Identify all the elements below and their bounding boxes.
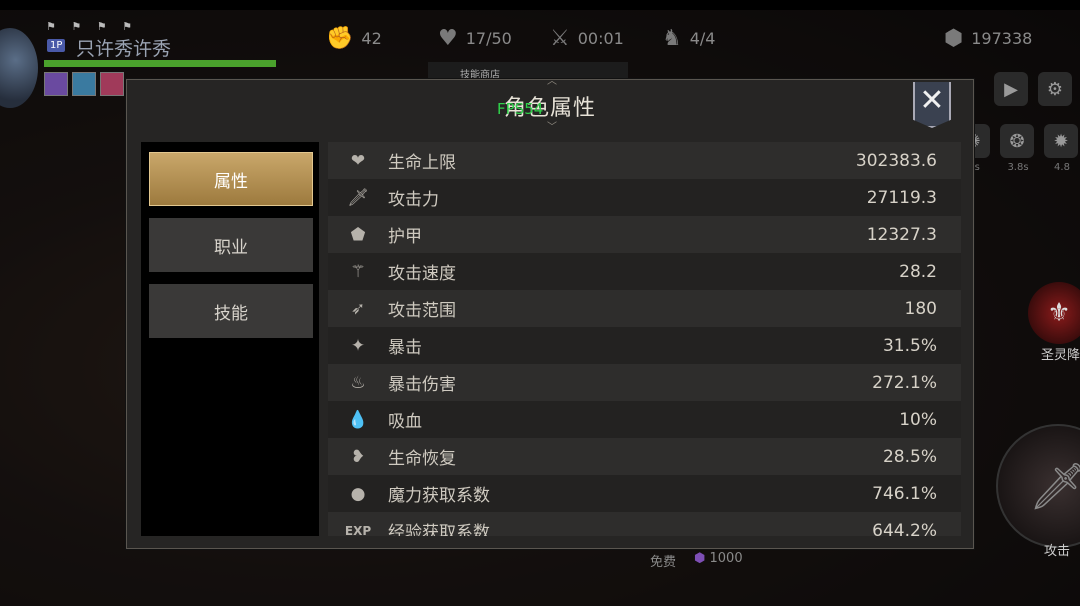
wolf-head-icon: ♞ — [662, 26, 682, 51]
attribute-value: 180 — [904, 298, 937, 319]
heart-monitor-icon: ♥ — [438, 26, 458, 51]
top-hud: ⚑ ⚑ ⚑ ⚑ 1P 只许秀许秀 ✊ 42 ♥ 17/50 ⚔ 00:01 ♞ … — [0, 10, 1080, 108]
attribute-value: 644.2% — [872, 520, 937, 537]
dagger-icon: 🗡 — [347, 187, 369, 208]
attribute-label: 暴击 — [388, 338, 422, 358]
free-label[interactable]: 免费 — [650, 551, 676, 570]
attribute-row: ⚚ 攻击速度 28.2 — [328, 253, 961, 290]
attribute-label: 攻击范围 — [388, 301, 456, 321]
cost-value: 1000 — [709, 551, 743, 566]
attribute-label: 魔力获取系数 — [388, 486, 490, 506]
settings-icon[interactable]: ⚙ — [1038, 72, 1072, 106]
close-button[interactable]: ✕ — [913, 82, 951, 128]
attribute-row: ❥ 生命恢复 28.5% — [328, 438, 961, 475]
currency-value: 197338 — [971, 29, 1033, 48]
crossed-swords-icon: ⚔ — [550, 26, 570, 51]
exp-icon: EXP — [344, 523, 372, 537]
attribute-row: ♨ 暴击伤害 272.1% — [328, 364, 961, 401]
flag-icons: ⚑ ⚑ ⚑ ⚑ — [46, 20, 138, 33]
fist-icon: ✊ — [326, 26, 354, 51]
crit-damage-icon: ♨ — [350, 372, 366, 393]
character-attributes-dialog: ︿ 角色属性 FPS54 ﹀ ✕ 属性 职业 技能 ❤ 生命上限 302383.6 🗡… — [126, 76, 974, 549]
cooldown-2[interactable]: ❂ 3.8s — [1000, 124, 1036, 173]
attribute-row: ✦ 暴击 31.5% — [328, 327, 961, 364]
attribute-row: 💧 吸血 10% — [328, 401, 961, 438]
gem-icon: ⬢ — [944, 26, 964, 51]
crit-icon: ✦ — [350, 335, 366, 356]
attribute-row: 🗡 攻击力 27119.3 — [328, 179, 961, 216]
attribute-label: 攻击力 — [388, 190, 439, 210]
stat-timer: ⚔ 00:01 — [550, 26, 624, 51]
attribute-value: 28.5% — [882, 446, 937, 467]
title-ornament: ﹀ — [547, 122, 557, 133]
stat-bosses: ♞ 4/4 — [662, 26, 715, 51]
attribute-label: 攻击速度 — [388, 264, 456, 284]
attribute-label: 护甲 — [388, 227, 422, 247]
player-badge: 1P — [47, 39, 66, 52]
hp-bar — [44, 60, 276, 67]
heart-icon: ❤ — [350, 150, 366, 171]
tab-panel: 属性 职业 技能 — [141, 142, 319, 536]
tab-attributes[interactable]: 属性 — [149, 152, 313, 206]
close-icon: ✕ — [919, 83, 945, 118]
holy-label: 圣灵降 — [1040, 348, 1080, 363]
attribute-label: 生命上限 — [388, 153, 456, 173]
cooldown-3-time: 4.8 — [1054, 162, 1070, 173]
stat-kills: ✊ 42 — [326, 26, 382, 51]
right-controls: ▶ ⚙ — [994, 72, 1072, 106]
attribute-label: 生命恢复 — [388, 449, 456, 469]
attribute-list[interactable]: ❤ 生命上限 302383.6 🗡 攻击力 27119.3 ⬟ 护甲 12327.3 ⚚ 攻击速度 2… — [328, 142, 961, 536]
stat-wave: ♥ 17/50 — [438, 26, 512, 51]
cooldown-3[interactable]: ✹ 4.8 — [1044, 124, 1080, 173]
attribute-value: 27119.3 — [866, 187, 937, 208]
stat-wave-value: 17/50 — [465, 29, 512, 48]
cooldown-bar: ✺3s ❂3.8s ✹4.8 — [956, 124, 1080, 173]
attribute-value: 302383.6 — [855, 150, 937, 171]
attribute-row: ➶ 攻击范围 180 — [328, 290, 961, 327]
attribute-label: 吸血 — [388, 412, 422, 432]
holy-icon: ⚜ — [1047, 298, 1071, 328]
attribute-label: 暴击伤害 — [388, 375, 456, 395]
gem-icon: ⬢ — [694, 551, 710, 566]
attribute-value: 10% — [899, 409, 937, 430]
attack-label: 攻击 — [1043, 544, 1070, 559]
skill-slot-2[interactable] — [72, 72, 96, 96]
cooldown-2-time: 3.8s — [1007, 162, 1029, 173]
gear-rune-icon: ✹ — [1044, 124, 1078, 158]
rune-icon: ❂ — [1000, 124, 1034, 158]
title-ornament-top: ︿ — [547, 76, 557, 87]
bottom-shop: 免费 ⬢ 1000 — [650, 551, 743, 570]
tab-skills[interactable]: 技能 — [149, 284, 313, 338]
tab-class[interactable]: 职业 — [149, 218, 313, 272]
attribute-value: 12327.3 — [866, 224, 937, 245]
stat-kills-value: 42 — [361, 29, 382, 48]
fps-counter: FPS54 — [497, 100, 544, 118]
regen-icon: ❥ — [350, 446, 366, 467]
mana-orb-icon: ● — [350, 483, 366, 504]
attribute-value: 28.2 — [899, 261, 937, 282]
skill-slot-1[interactable] — [44, 72, 68, 96]
stat-timer-value: 00:01 — [577, 29, 624, 48]
shield-icon: ⬟ — [350, 224, 366, 245]
hp-bar-fill — [44, 60, 276, 67]
attribute-label: 经验获取系数 — [388, 523, 490, 536]
currency: ⬢ 197338 — [944, 26, 1032, 51]
play-icon[interactable]: ▶ — [994, 72, 1028, 106]
attribute-row: ❤ 生命上限 302383.6 — [328, 142, 961, 179]
stat-bosses-value: 4/4 — [689, 29, 716, 48]
sword-icon: 🗡 — [1028, 458, 1080, 513]
attribute-value: 746.1% — [872, 483, 937, 504]
player-name: 只许秀许秀 — [76, 38, 172, 60]
blood-drop-icon: 💧 — [347, 409, 369, 430]
attack-speed-icon: ⚚ — [350, 261, 366, 282]
cost-label[interactable]: ⬢ 1000 — [694, 551, 743, 570]
attribute-value: 272.1% — [872, 372, 937, 393]
range-icon: ➶ — [350, 298, 366, 319]
skill-slot-3[interactable] — [100, 72, 124, 96]
attribute-value: 31.5% — [882, 335, 937, 356]
attribute-row: ⬟ 护甲 12327.3 — [328, 216, 961, 253]
attribute-row: ● 魔力获取系数 746.1% — [328, 475, 961, 512]
attribute-row: EXP 经验获取系数 644.2% — [328, 512, 961, 536]
